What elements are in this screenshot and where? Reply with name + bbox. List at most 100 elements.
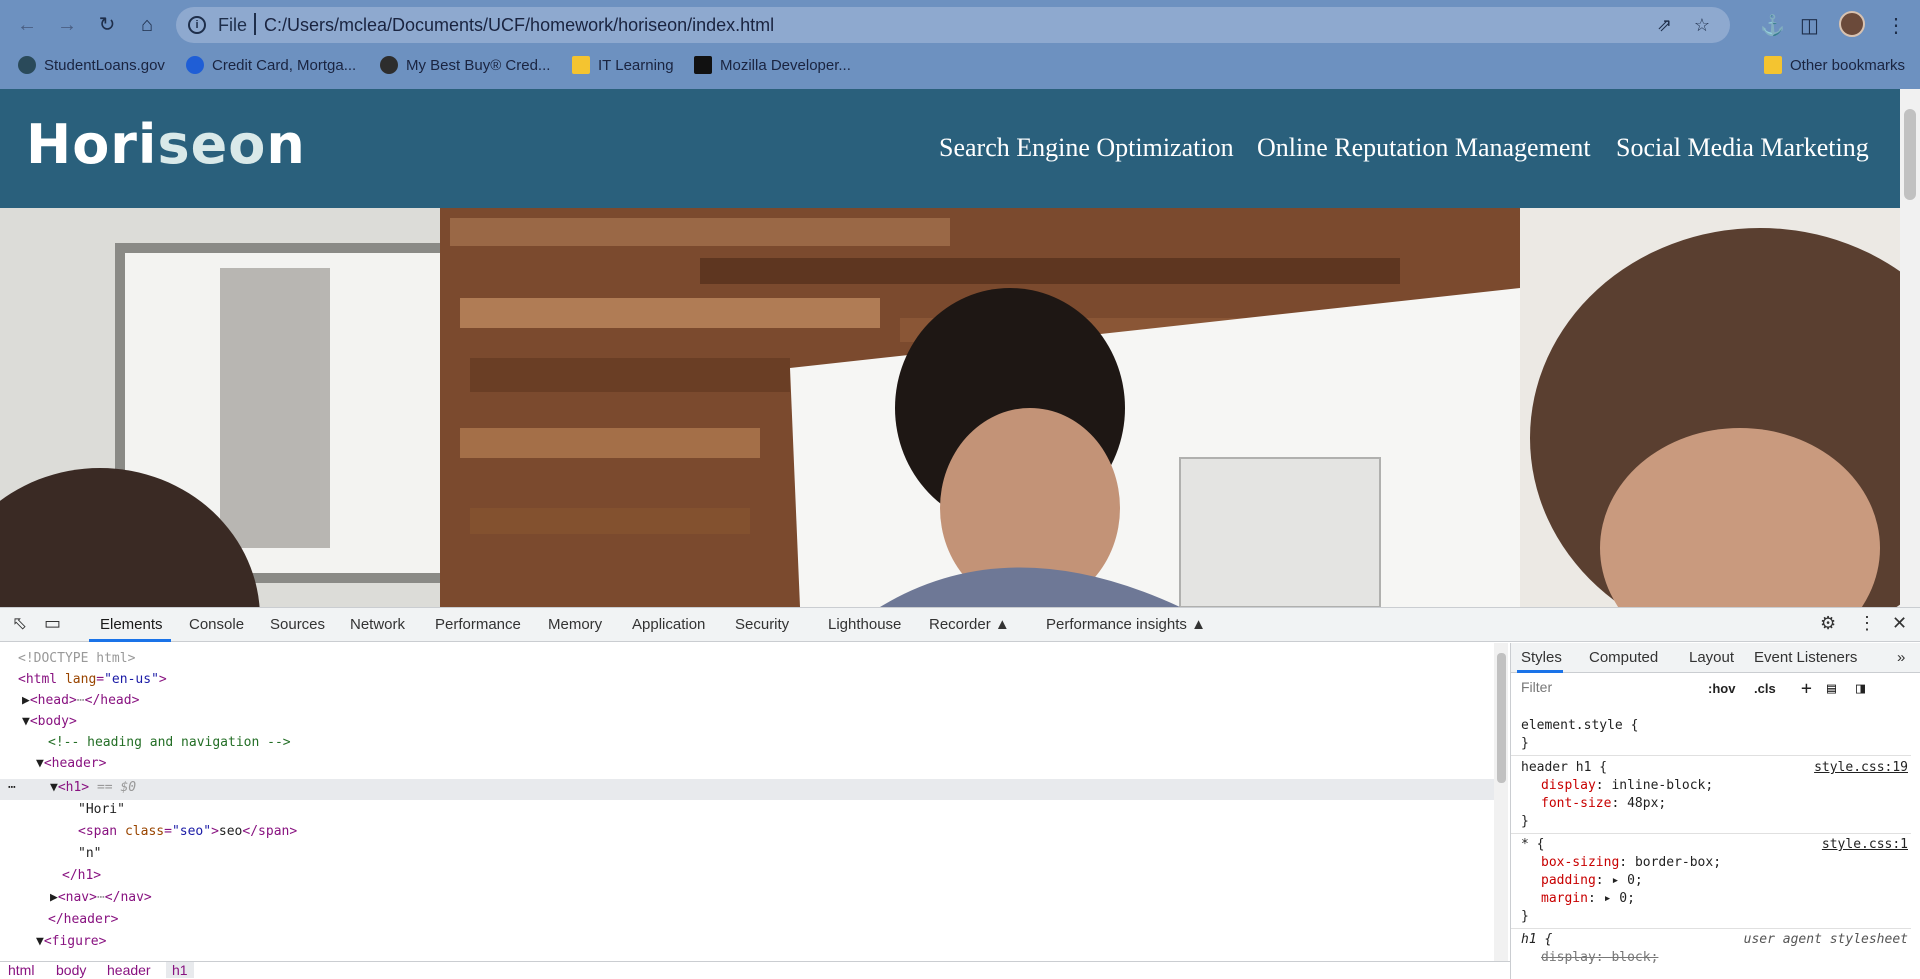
collapse-triangle-icon[interactable]: ▼	[50, 780, 58, 795]
tab-network[interactable]: Network	[350, 616, 405, 633]
html-node[interactable]: <html lang="en-us">	[18, 669, 167, 690]
settings-gear-icon[interactable]: ⚙	[1820, 613, 1836, 634]
tag-text: </head>	[84, 693, 140, 708]
comment-node[interactable]: <!-- heading and navigation -->	[48, 732, 291, 753]
rule-selector[interactable]: * {	[1521, 837, 1544, 852]
css-declaration[interactable]: box-sizing: border-box;	[1541, 855, 1721, 870]
tab-performance[interactable]: Performance	[435, 616, 521, 633]
tab-performance-insights[interactable]: Performance insights ▲	[1046, 616, 1206, 633]
tab-computed[interactable]: Computed	[1589, 649, 1658, 666]
more-options-icon[interactable]: ⋮	[1858, 613, 1876, 634]
extensions-icon[interactable]: ⚓	[1760, 13, 1785, 38]
css-declaration[interactable]: margin: ▸ 0;	[1541, 891, 1635, 906]
text-node[interactable]: "n"	[78, 843, 101, 864]
tab-recorder[interactable]: Recorder ▲	[929, 616, 1010, 633]
tab-console[interactable]: Console	[189, 616, 244, 633]
element-style-selector[interactable]: element.style {	[1521, 718, 1638, 733]
reload-icon[interactable]: ↻	[94, 12, 120, 38]
nav-link-social[interactable]: Social Media Marketing	[1616, 133, 1869, 163]
share-icon[interactable]: ⇗	[1657, 15, 1672, 36]
breadcrumb-header[interactable]: header	[107, 962, 151, 978]
expand-triangle-icon[interactable]: ▶	[22, 693, 30, 708]
side-panel-icon[interactable]: ◫	[1800, 13, 1819, 38]
css-declaration[interactable]: display: inline-block;	[1541, 778, 1713, 793]
tab-event-listeners[interactable]: Event Listeners	[1754, 649, 1857, 666]
bookmark-item[interactable]: IT Learning	[572, 56, 674, 74]
other-bookmarks[interactable]: Other bookmarks	[1764, 56, 1905, 74]
tab-elements[interactable]: Elements	[100, 616, 163, 633]
bookmark-item[interactable]: Credit Card, Mortga...	[186, 56, 356, 74]
header-close-node[interactable]: </header>	[48, 909, 118, 930]
tab-memory[interactable]: Memory	[548, 616, 602, 633]
address-url[interactable]: C:/Users/mclea/Documents/UCF/homework/ho…	[264, 15, 774, 36]
hov-toggle[interactable]: :hov	[1708, 681, 1735, 696]
new-rule-icon[interactable]: +	[1801, 678, 1812, 699]
page-scrollbar[interactable]	[1900, 89, 1920, 607]
tab-application[interactable]: Application	[632, 616, 705, 633]
cls-toggle[interactable]: .cls	[1754, 681, 1776, 696]
breadcrumb-body[interactable]: body	[56, 962, 86, 978]
h1-close-node[interactable]: </h1>	[62, 865, 101, 886]
css-declaration[interactable]: padding: ▸ 0;	[1541, 873, 1643, 888]
node-actions-icon[interactable]: ⋯	[8, 777, 16, 798]
body-node[interactable]: ▼<body>	[22, 711, 77, 732]
doctype-node[interactable]: <!DOCTYPE html>	[18, 648, 135, 669]
scrollbar-thumb[interactable]	[1904, 109, 1916, 200]
text-node[interactable]: "Hori"	[78, 799, 125, 820]
elements-scrollbar[interactable]	[1494, 643, 1508, 961]
ellipsis-icon[interactable]: ⋯	[77, 693, 85, 708]
tab-layout[interactable]: Layout	[1689, 649, 1734, 666]
info-icon[interactable]: i	[188, 16, 206, 34]
rule-source-link[interactable]: style.css:19	[1814, 760, 1908, 775]
h1-node[interactable]: ▼<h1> == $0	[50, 777, 136, 798]
rule-source-link[interactable]: style.css:1	[1822, 837, 1908, 852]
collapse-triangle-icon[interactable]: ▼	[22, 714, 30, 729]
expand-triangle-icon[interactable]: ▸	[1611, 873, 1619, 888]
ellipsis-icon[interactable]: ⋯	[97, 890, 105, 905]
bookmark-item[interactable]: StudentLoans.gov	[18, 56, 165, 74]
css-declaration-overridden[interactable]: display: block;	[1541, 950, 1658, 965]
toggle-sidebar-icon[interactable]: ◨	[1856, 679, 1865, 697]
nav-link-reputation[interactable]: Online Reputation Management	[1257, 133, 1591, 163]
text-node-value: "n"	[78, 846, 102, 861]
expand-triangle-icon[interactable]: ▸	[1604, 891, 1612, 906]
breadcrumb-html[interactable]: html	[8, 962, 34, 978]
nav-node[interactable]: ▶<nav>⋯</nav>	[50, 887, 152, 908]
tab-styles[interactable]: Styles	[1521, 649, 1562, 666]
home-icon[interactable]: ⌂	[134, 12, 160, 38]
head-node[interactable]: ▶<head>⋯</head>	[22, 690, 139, 711]
figure-node[interactable]: ▼<figure>	[36, 931, 106, 952]
rule-selector[interactable]: h1 {	[1521, 932, 1552, 947]
back-icon[interactable]: ←	[14, 12, 40, 38]
styles-filter-input[interactable]: Filter	[1521, 679, 1681, 699]
address-bar[interactable]: i File C:/Users/mclea/Documents/UCF/home…	[176, 7, 1730, 43]
menu-kebab-icon[interactable]: ⋮	[1886, 13, 1906, 38]
bookmark-item[interactable]: My Best Buy® Cred...	[380, 56, 550, 74]
profile-avatar[interactable]	[1839, 11, 1865, 37]
inspect-icon[interactable]: ⬁	[12, 613, 27, 634]
header-node[interactable]: ▼<header>	[36, 753, 106, 774]
tab-security[interactable]: Security	[735, 616, 789, 633]
rule-selector[interactable]: header h1 {	[1521, 760, 1607, 775]
close-devtools-icon[interactable]: ✕	[1892, 613, 1907, 634]
bookmark-item[interactable]: Mozilla Developer...	[694, 56, 851, 74]
doctype-text: <!DOCTYPE html>	[18, 651, 136, 666]
paint-brush-icon[interactable]: ▤	[1827, 679, 1836, 697]
rule-close: }	[1521, 814, 1529, 829]
nav-link-seo[interactable]: Search Engine Optimization	[939, 133, 1234, 163]
forward-icon[interactable]: →	[54, 12, 80, 38]
tab-sources[interactable]: Sources	[270, 616, 325, 633]
expand-triangle-icon[interactable]: ▶	[50, 890, 58, 905]
more-tabs-icon[interactable]: »	[1897, 649, 1905, 666]
span-node[interactable]: <span class="seo">seo</span>	[78, 821, 297, 842]
star-icon[interactable]: ☆	[1694, 15, 1710, 36]
collapse-triangle-icon[interactable]: ▼	[36, 934, 44, 949]
scrollbar-thumb[interactable]	[1497, 653, 1506, 783]
collapse-triangle-icon[interactable]: ▼	[36, 756, 44, 771]
bookmark-label: StudentLoans.gov	[44, 57, 165, 74]
breadcrumb-h1[interactable]: h1	[166, 962, 194, 978]
device-toolbar-icon[interactable]: ▭	[44, 613, 61, 634]
tab-lighthouse[interactable]: Lighthouse	[828, 616, 901, 633]
css-declaration[interactable]: font-size: 48px;	[1541, 796, 1666, 811]
css-value: block;	[1611, 950, 1659, 965]
